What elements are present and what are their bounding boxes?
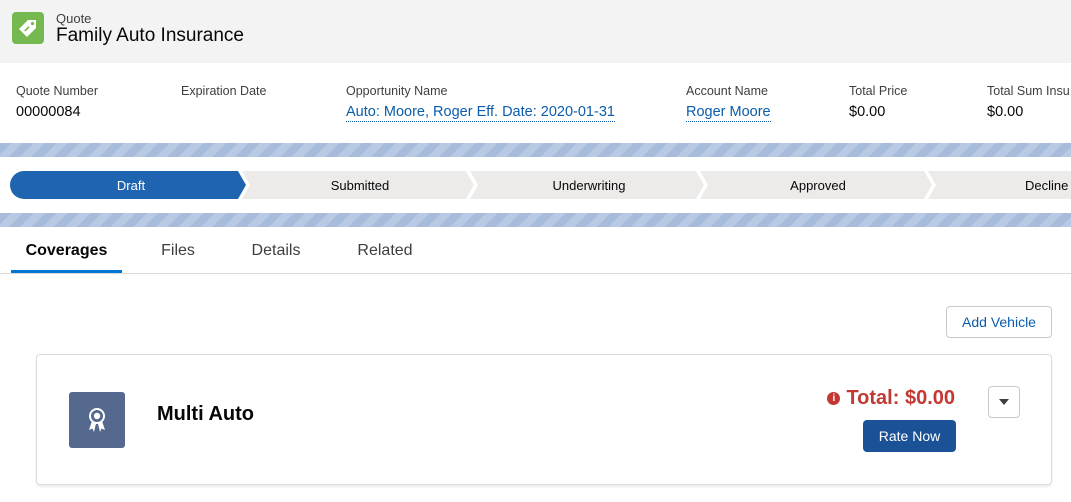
field-value: $0.00	[849, 104, 886, 120]
field-label: Total Price	[849, 84, 908, 98]
field-value: $0.00	[987, 104, 1024, 120]
rate-now-button[interactable]: Rate Now	[863, 420, 956, 452]
stage-label: Submitted	[331, 178, 390, 193]
path-container: Draft Submitted Underwriting Approved De…	[0, 157, 1071, 213]
stage-label: Decline	[1025, 178, 1068, 193]
award-icon	[69, 392, 125, 448]
tab-details[interactable]: Details	[240, 227, 312, 273]
path-stage-draft[interactable]: Draft	[10, 171, 246, 199]
account-link[interactable]: Roger Moore	[686, 104, 771, 122]
card-actions-menu[interactable]	[988, 386, 1020, 418]
tab-related[interactable]: Related	[344, 227, 426, 273]
total-amount: i Total: $0.00	[827, 387, 955, 410]
path-stage-submitted[interactable]: Submitted	[242, 171, 474, 199]
path-stage-decline[interactable]: Decline	[928, 171, 1071, 199]
stage-label: Draft	[117, 178, 146, 193]
record-header: Quote Family Auto Insurance	[0, 0, 1071, 63]
field-label: Account Name	[686, 84, 768, 98]
stage-label: Underwriting	[553, 178, 626, 193]
field-value: 00000084	[16, 104, 81, 120]
price-tag-icon	[12, 12, 44, 44]
total-label: Total: $0.00	[846, 387, 955, 409]
tab-coverages[interactable]: Coverages	[11, 227, 122, 273]
add-vehicle-button[interactable]: Add Vehicle	[946, 306, 1052, 338]
path-stage-approved[interactable]: Approved	[700, 171, 932, 199]
object-label: Quote	[56, 11, 92, 26]
tab-bar: Coverages Files Details Related	[0, 227, 1071, 274]
chevron-down-icon	[999, 399, 1009, 405]
field-total-price: Total Price $0.00	[849, 84, 907, 121]
product-card: Multi Auto i Total: $0.00 Rate Now	[36, 354, 1052, 485]
path-stage-underwriting[interactable]: Underwriting	[470, 171, 704, 199]
field-label: Total Sum Insu	[987, 84, 1070, 98]
highlights-panel: Quote Number 00000084 Expiration Date Op…	[0, 63, 1071, 143]
page-title: Family Auto Insurance	[56, 25, 244, 46]
path-band: Draft Submitted Underwriting Approved De…	[0, 143, 1071, 227]
field-label: Quote Number	[16, 84, 98, 98]
field-label: Opportunity Name	[346, 84, 448, 98]
field-label: Expiration Date	[181, 84, 267, 98]
info-icon: i	[827, 392, 841, 405]
field-expiration-date: Expiration Date	[181, 84, 266, 116]
opportunity-link[interactable]: Auto: Moore, Roger Eff. Date: 2020-01-31	[346, 104, 615, 122]
field-account-name: Account Name Roger Moore	[686, 84, 771, 122]
field-quote-number: Quote Number 00000084	[16, 84, 98, 121]
product-name: Multi Auto	[157, 403, 255, 425]
field-opportunity-name: Opportunity Name Auto: Moore, Roger Eff.…	[346, 84, 615, 122]
field-total-sum-insured: Total Sum Insu $0.00	[987, 84, 1070, 121]
stage-label: Approved	[790, 178, 846, 193]
tab-files[interactable]: Files	[148, 227, 208, 273]
